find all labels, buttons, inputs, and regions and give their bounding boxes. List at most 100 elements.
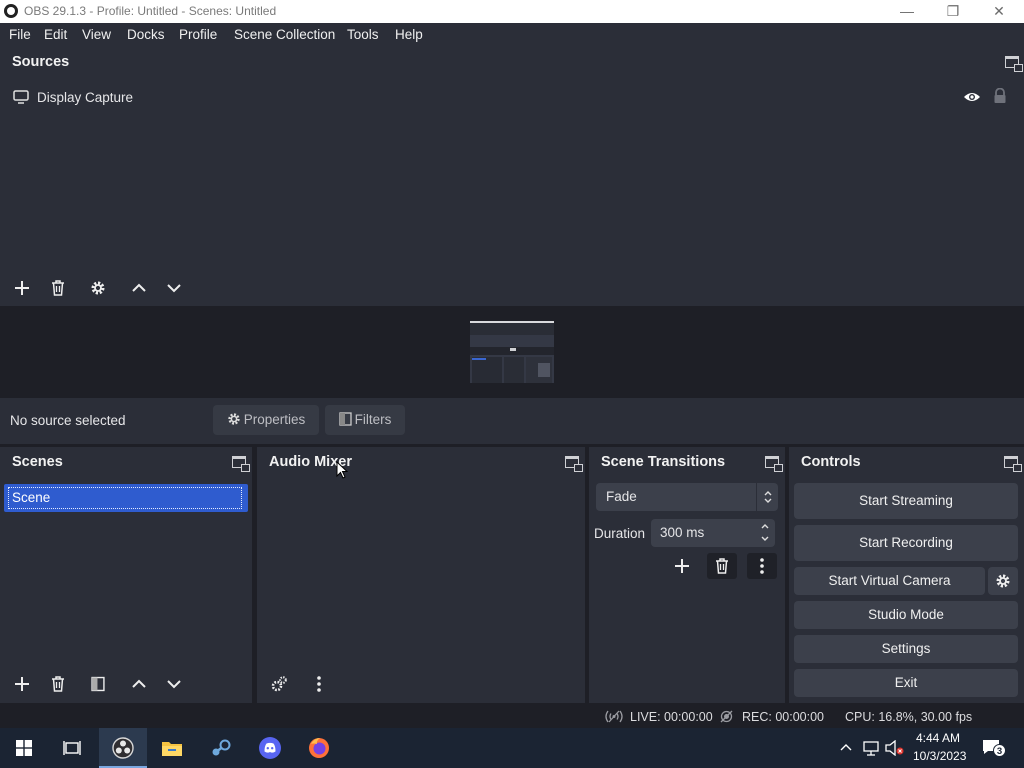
sources-list: Display Capture <box>0 77 1024 269</box>
audio-mixer-menu-button[interactable] <box>305 671 333 697</box>
scene-transitions-dock: Scene Transitions Fade Duration 300 ms <box>589 447 785 703</box>
menu-file[interactable]: File <box>9 27 31 42</box>
add-transition-button[interactable] <box>667 553 697 579</box>
preview-thumbnail <box>470 321 554 383</box>
move-source-down-button[interactable] <box>160 275 188 301</box>
undock-icon[interactable] <box>565 456 583 472</box>
move-scene-down-button[interactable] <box>160 671 188 697</box>
taskbar-obs-button[interactable] <box>99 728 147 768</box>
audio-mixer-settings-button[interactable] <box>265 671 293 697</box>
settings-label: Settings <box>881 641 931 656</box>
scenes-dock-header: Scenes <box>0 447 252 477</box>
source-selection-status: No source selected <box>10 413 126 428</box>
updown-chevron-icon <box>764 491 772 503</box>
task-view-button[interactable] <box>48 728 96 768</box>
menu-profile[interactable]: Profile <box>179 27 217 42</box>
source-properties-button[interactable] <box>84 275 112 301</box>
show-hidden-icons-chevron-icon[interactable] <box>840 742 852 752</box>
scene-transitions-header: Scene Transitions <box>589 447 785 477</box>
preview-area[interactable] <box>0 308 1024 398</box>
network-icon[interactable] <box>862 740 880 756</box>
move-source-up-button[interactable] <box>125 275 153 301</box>
scenes-title: Scenes <box>12 454 63 470</box>
audio-mixer-dock: Audio Mixer <box>257 447 585 703</box>
scene-item-label: Scene <box>12 490 51 505</box>
source-item[interactable]: Display Capture <box>0 83 1024 111</box>
undock-icon[interactable] <box>232 456 250 472</box>
studio-mode-button[interactable]: Studio Mode <box>794 601 1018 629</box>
notification-center-button[interactable]: 3 <box>982 739 1006 757</box>
cpu-fps-readout: CPU: 16.8%, 30.00 fps <box>845 710 973 724</box>
filters-button[interactable]: Filters <box>325 405 405 435</box>
menu-scene-collection[interactable]: Scene Collection <box>234 27 335 42</box>
duration-spinbox[interactable]: 300 ms <box>651 519 775 547</box>
start-button[interactable] <box>0 728 48 768</box>
exit-button[interactable]: Exit <box>794 669 1018 697</box>
window-title: OBS 29.1.3 - Profile: Untitled - Scenes:… <box>24 4 277 18</box>
chevron-up-icon <box>132 679 146 688</box>
undock-icon[interactable] <box>1005 56 1023 72</box>
broadcast-off-icon <box>605 710 623 723</box>
start-virtual-camera-button[interactable]: Start Virtual Camera <box>794 567 985 595</box>
transition-properties-button[interactable] <box>747 553 777 579</box>
scene-transitions-title: Scene Transitions <box>601 454 726 470</box>
remove-transition-button[interactable] <box>707 553 737 579</box>
preview-controls-bar: No source selected Properties Filters <box>0 398 1024 444</box>
add-source-button[interactable] <box>8 275 36 301</box>
start-streaming-button[interactable]: Start Streaming <box>794 483 1018 519</box>
gear-icon <box>91 281 105 295</box>
add-scene-button[interactable] <box>8 671 36 697</box>
record-off-icon <box>720 710 733 723</box>
minimize-button[interactable]: — <box>884 0 930 23</box>
decrement-chevron-down-icon[interactable] <box>760 534 770 544</box>
eye-visibility-icon[interactable] <box>963 91 981 103</box>
start-recording-label: Start Recording <box>859 535 953 550</box>
sources-dock-header: Sources <box>0 47 1024 77</box>
status-bar: LIVE: 00:00:00 REC: 00:00:00 CPU: 16.8%,… <box>0 705 1024 728</box>
scene-filters-button[interactable] <box>84 671 112 697</box>
remove-scene-button[interactable] <box>44 671 72 697</box>
trash-icon <box>52 676 64 692</box>
folder-icon <box>162 742 182 756</box>
window-title-bar: OBS 29.1.3 - Profile: Untitled - Scenes:… <box>0 0 1024 23</box>
maximize-button[interactable]: ❐ <box>930 0 976 23</box>
menu-help[interactable]: Help <box>395 27 423 42</box>
undock-icon[interactable] <box>765 456 783 472</box>
taskbar-file-explorer-button[interactable] <box>148 728 196 768</box>
start-recording-button[interactable]: Start Recording <box>794 525 1018 561</box>
plus-icon <box>15 677 29 691</box>
taskbar-clock-time[interactable]: 4:44 AM <box>916 731 960 745</box>
lock-icon[interactable] <box>993 88 1007 104</box>
task-view-icon <box>63 741 81 755</box>
close-button[interactable]: ✕ <box>976 0 1022 23</box>
properties-button[interactable]: Properties <box>213 405 319 435</box>
menu-edit[interactable]: Edit <box>44 27 67 42</box>
taskbar-discord-button[interactable] <box>246 728 294 768</box>
menu-view[interactable]: View <box>82 27 111 42</box>
move-scene-up-button[interactable] <box>125 671 153 697</box>
menu-docks[interactable]: Docks <box>127 27 165 42</box>
monitor-icon <box>13 90 29 104</box>
increment-chevron-up-icon[interactable] <box>760 521 770 531</box>
undock-icon[interactable] <box>1004 456 1022 472</box>
taskbar-clock-date[interactable]: 10/3/2023 <box>913 749 966 763</box>
taskbar-steam-button[interactable] <box>197 728 245 768</box>
menu-tools[interactable]: Tools <box>347 27 379 42</box>
windows-logo-icon <box>16 740 32 756</box>
discord-icon <box>259 737 281 759</box>
duration-value: 300 ms <box>660 525 705 540</box>
obs-app-icon <box>112 737 134 759</box>
volume-muted-icon[interactable] <box>885 740 905 756</box>
filters-label: Filters <box>354 412 392 427</box>
virtual-camera-settings-button[interactable] <box>988 567 1018 595</box>
transition-select[interactable]: Fade <box>596 483 778 511</box>
settings-button[interactable]: Settings <box>794 635 1018 663</box>
rec-timer: REC: 00:00:00 <box>742 710 824 724</box>
more-vertical-icon <box>760 558 764 574</box>
remove-source-button[interactable] <box>44 275 72 301</box>
scene-item[interactable]: Scene <box>4 484 248 512</box>
properties-label: Properties <box>243 412 306 427</box>
taskbar-firefox-button[interactable] <box>295 728 343 768</box>
studio-mode-label: Studio Mode <box>868 607 944 622</box>
chevron-down-icon <box>167 680 181 689</box>
